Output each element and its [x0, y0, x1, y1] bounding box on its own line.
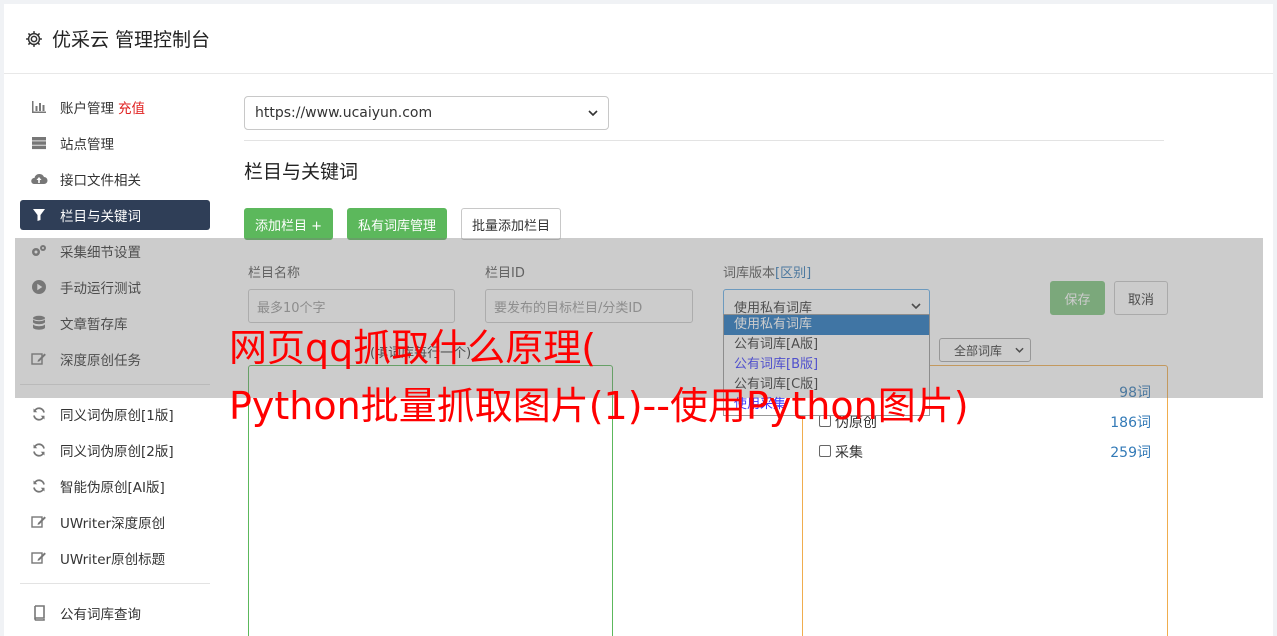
chevron-down-icon [588, 110, 598, 116]
cloud-upload-icon [30, 171, 48, 187]
headline-line-2: Python批量抓取图片(1)--使用Python图片) [229, 384, 969, 428]
refresh-icon [30, 478, 48, 494]
list-item[interactable]: 采集 259词 [819, 442, 1151, 462]
refresh-icon [30, 442, 48, 458]
private-lib-button[interactable]: 私有词库管理 [347, 208, 448, 240]
site-select-value: https://www.ucaiyun.com [255, 105, 433, 121]
batch-add-button[interactable]: 批量添加栏目 [461, 208, 562, 240]
sidebar-item-columns[interactable]: 栏目与关键词 [20, 200, 210, 230]
sidebar-item-public-lib[interactable]: 公有词库查询 [20, 598, 210, 628]
library-count: 186词 [1110, 415, 1151, 431]
refresh-icon [30, 406, 48, 422]
site-select[interactable]: https://www.ucaiyun.com [244, 96, 609, 130]
recharge-link[interactable]: 充值 [118, 97, 145, 117]
sidebar-item-synonym-v2[interactable]: 同义词伪原创[2版] [20, 435, 210, 465]
sidebar-item-label: 公有词库查询 [60, 607, 141, 623]
add-column-button[interactable]: 添加栏目 + [244, 208, 334, 240]
sidebar-item-ai-original[interactable]: 智能伪原创[AI版] [20, 471, 210, 501]
sidebar-item-label: 栏目与关键词 [60, 209, 141, 225]
sidebar-item-label: UWriter深度原创 [60, 516, 166, 532]
sidebar-item-label: 智能伪原创[AI版] [60, 480, 165, 496]
divider [244, 140, 1164, 141]
sidebar-item-uwriter-title[interactable]: UWriter原创标题 [20, 543, 210, 573]
sidebar-item-label: 同义词伪原创[1版] [60, 408, 174, 424]
filter-icon [30, 207, 48, 223]
sidebar-item-uwriter-deep[interactable]: UWriter深度原创 [20, 507, 210, 537]
sidebar-item-synonym-v1[interactable]: 同义词伪原创[1版] [20, 399, 210, 429]
sidebar-item-interface[interactable]: 接口文件相关 [20, 164, 210, 194]
library-checkbox[interactable] [819, 445, 831, 457]
sidebar-item-label: 站点管理 [60, 137, 114, 153]
header: 优采云 管理控制台 [4, 4, 1273, 74]
server-icon [30, 135, 48, 151]
sidebar-item-account[interactable]: 账户管理 充值 [20, 92, 210, 122]
sidebar-item-label: 同义词伪原创[2版] [60, 444, 174, 460]
gear-icon [26, 30, 42, 47]
edit-icon [30, 550, 48, 566]
library-count: 259词 [1110, 445, 1151, 461]
sidebar-item-label: UWriter原创标题 [60, 552, 166, 568]
sidebar-item-sites[interactable]: 站点管理 [20, 128, 210, 158]
sidebar-divider [20, 583, 210, 584]
headline-line-1: 网页qq抓取什么原理( [229, 326, 597, 370]
action-buttons: 添加栏目 + 私有词库管理 批量添加栏目 [244, 208, 1166, 240]
edit-icon [30, 514, 48, 530]
main-content: https://www.ucaiyun.com 栏目与关键词 添加栏目 + 私有… [244, 96, 1166, 240]
section-title: 栏目与关键词 [244, 161, 359, 183]
book-icon [30, 605, 48, 621]
overlay-band [15, 238, 1263, 398]
sidebar-item-label: 接口文件相关 [60, 173, 141, 189]
page-title: 优采云 管理控制台 [52, 29, 211, 51]
bar-chart-icon [30, 99, 48, 115]
library-name: 采集 [835, 445, 863, 461]
sidebar-item-label: 账户管理 [60, 101, 114, 117]
